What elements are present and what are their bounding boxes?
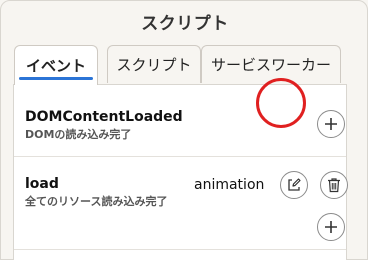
delete-handler-button[interactable] [320,171,348,199]
event-row-load: load 全てのリソース読み込み完了 animation [14,157,348,250]
event-description: 全てのリソース読み込み完了 [25,195,168,208]
tab-service-workers[interactable]: サービスワーカー [201,45,341,83]
tab-scripts[interactable]: スクリプト [107,45,201,83]
handler-name: animation [194,177,265,193]
pencil-square-icon [288,178,301,191]
add-handler-button[interactable] [317,213,345,241]
trash-icon [328,178,340,193]
tab-bar: イベント スクリプト サービスワーカー [11,45,359,85]
tab-events[interactable]: イベント [14,45,98,85]
plus-icon [325,221,337,233]
event-name: DOMContentLoaded [25,109,183,125]
scripts-panel: スクリプト イベント スクリプト サービスワーカー DOMContentLoad… [0,0,368,260]
plus-icon [325,118,337,130]
add-handler-button[interactable] [317,110,345,138]
highlight-annotation-circle [256,78,306,128]
edit-handler-button[interactable] [280,171,308,199]
event-name: load [25,176,59,192]
panel-title: スクリプト [141,14,229,34]
event-description: DOMの読み込み完了 [25,128,132,141]
